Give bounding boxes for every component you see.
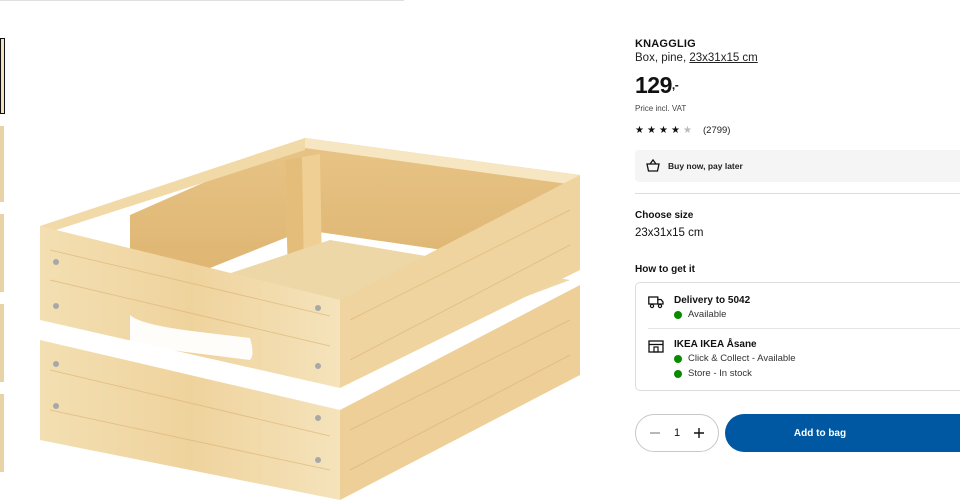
choose-size-value[interactable]: 23x31x15 cm bbox=[635, 227, 703, 239]
product-info-panel: KNAGGLIG Box, pine, 23x31x15 cm 129,- Pr… bbox=[635, 0, 960, 500]
delivery-status-text: Available bbox=[688, 309, 727, 320]
quantity-value[interactable]: 1 bbox=[674, 427, 680, 439]
star-icon: ★ bbox=[647, 124, 656, 136]
rating-count: (2799) bbox=[703, 125, 731, 136]
truck-icon bbox=[648, 296, 664, 309]
thumbnail-3[interactable] bbox=[0, 214, 4, 292]
store-stock-text: Store - In stock bbox=[688, 368, 752, 379]
delivery-status: Available bbox=[674, 309, 726, 320]
product-name: KNAGGLIG bbox=[635, 38, 696, 50]
thumbnail-5[interactable] bbox=[0, 394, 4, 472]
delivery-title[interactable]: Delivery to 5042 bbox=[674, 295, 750, 306]
add-to-bag-button[interactable]: Add to bag bbox=[725, 414, 960, 452]
decrease-quantity-button[interactable] bbox=[648, 426, 662, 440]
choose-size-title: Choose size bbox=[635, 210, 694, 221]
in-stock-dot bbox=[674, 369, 682, 378]
star-icon: ★ bbox=[659, 124, 668, 136]
minus-icon bbox=[650, 432, 660, 434]
buy-now-pay-later-banner[interactable]: Buy now, pay later bbox=[635, 150, 960, 182]
section-divider bbox=[635, 193, 960, 194]
increase-quantity-button[interactable] bbox=[692, 426, 706, 440]
product-type: Box, pine, bbox=[635, 52, 687, 64]
rating[interactable]: ★ ★ ★ ★ ★ (2799) bbox=[635, 125, 730, 136]
vat-note: Price incl. VAT bbox=[635, 104, 687, 113]
click-collect-status: Click & Collect - Available bbox=[674, 353, 796, 364]
quantity-stepper: 1 bbox=[635, 414, 719, 452]
plus-icon bbox=[694, 428, 704, 438]
store-stock-status: Store - In stock bbox=[674, 368, 752, 379]
star-rating: ★ ★ ★ ★ ★ bbox=[635, 124, 693, 136]
bnpl-label: Buy now, pay later bbox=[668, 161, 743, 171]
click-collect-text: Click & Collect - Available bbox=[688, 353, 796, 364]
option-divider bbox=[648, 328, 960, 329]
thumbnail-4[interactable] bbox=[0, 304, 4, 382]
how-to-get-it-title: How to get it bbox=[635, 264, 695, 275]
thumbnail-2[interactable] bbox=[0, 126, 4, 202]
fulfilment-options: Delivery to 5042 Available IKEA IKEA Åsa… bbox=[635, 282, 960, 391]
price-decimal: ,- bbox=[671, 78, 679, 92]
available-dot bbox=[674, 354, 682, 363]
price: 129,- bbox=[635, 72, 679, 99]
star-icon: ★ bbox=[671, 124, 680, 136]
product-description: Box, pine, 23x31x15 cm bbox=[635, 52, 758, 64]
size-link[interactable]: 23x31x15 cm bbox=[689, 52, 757, 64]
top-divider bbox=[0, 0, 404, 1]
store-icon bbox=[648, 340, 664, 353]
basket-icon bbox=[646, 158, 660, 172]
thumbnail-1[interactable] bbox=[0, 38, 5, 114]
price-integer: 129 bbox=[635, 72, 672, 98]
product-image bbox=[40, 138, 580, 500]
store-title[interactable]: IKEA IKEA Åsane bbox=[674, 339, 757, 350]
available-dot bbox=[674, 310, 682, 319]
star-icon: ★ bbox=[635, 124, 644, 136]
half-star-icon: ★ bbox=[683, 124, 692, 136]
